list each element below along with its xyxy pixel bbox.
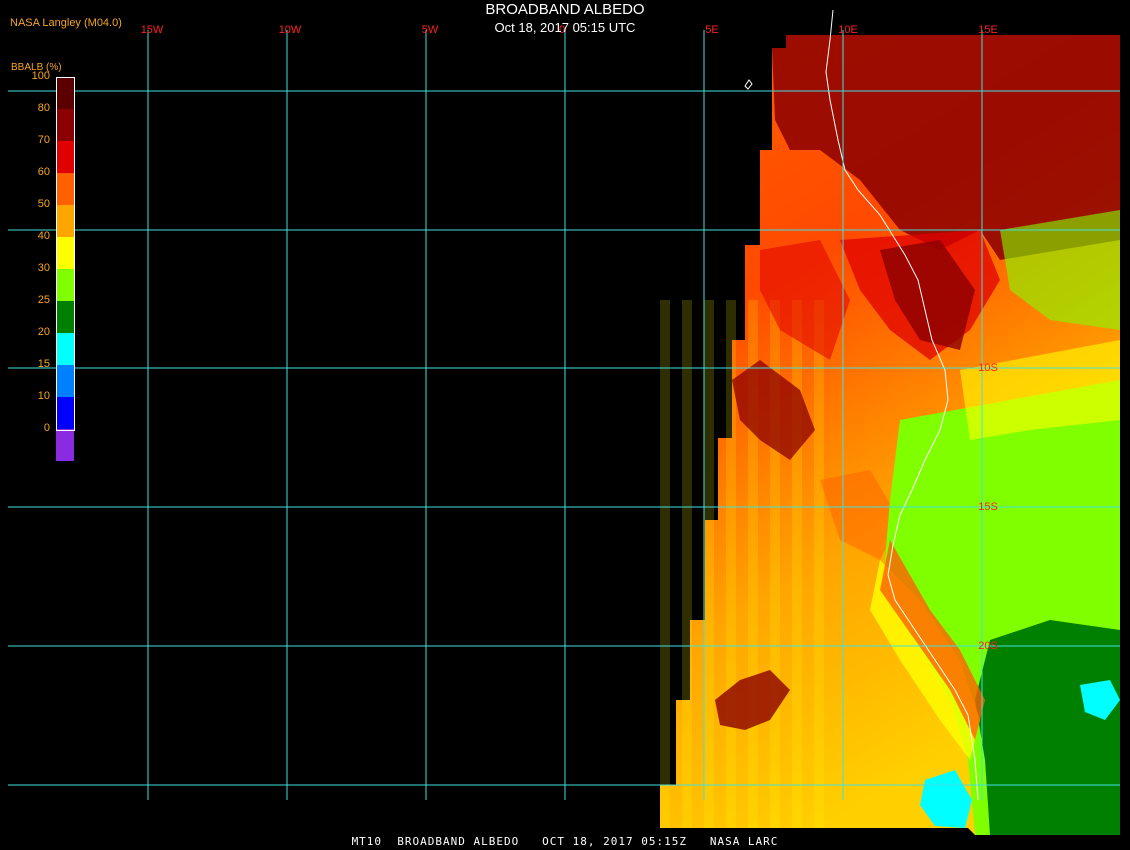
colorbar-tick-label: 70 — [37, 134, 50, 146]
island-outline — [744, 79, 753, 90]
lat-label-20s: 20S — [978, 640, 998, 652]
colorbar-tick-label: 80 — [37, 102, 50, 114]
colorbar-tick-label: 30 — [37, 262, 50, 274]
colorbar-tick-label: 20 — [37, 326, 50, 338]
source-label: NASA Langley (M04.0) — [10, 17, 122, 29]
colorbar-tick-label: 40 — [37, 230, 50, 242]
colorbar-tick-label: 50 — [37, 198, 50, 210]
colorbar-tick-label: 60 — [37, 166, 50, 178]
colorbar-tick-label: 15 — [37, 358, 50, 370]
colorbar-tick-label: 100 — [31, 70, 50, 82]
colorbar-frame — [56, 77, 75, 431]
colorbar-tick-label: 25 — [37, 294, 50, 306]
albedo-map: 15W 10W 5W 0 5E 10E 15E 10S 15S 20S — [8, 9, 1120, 835]
colorbar-tick-label: 10 — [37, 390, 50, 402]
colorbar-tick-label: 0 — [43, 422, 50, 434]
lat-label-10s: 10S — [978, 362, 998, 374]
map-timestamp: Oct 18, 2017 05:15 UTC — [494, 20, 636, 35]
lat-label-15s: 15S — [978, 501, 998, 513]
footer-caption: MT10 BROADBAND ALBEDO OCT 18, 2017 05:15… — [351, 835, 779, 848]
land-dark-green — [975, 620, 1120, 835]
colorbar-swatch — [56, 429, 74, 461]
map-title: BROADBAND ALBEDO — [485, 1, 645, 18]
